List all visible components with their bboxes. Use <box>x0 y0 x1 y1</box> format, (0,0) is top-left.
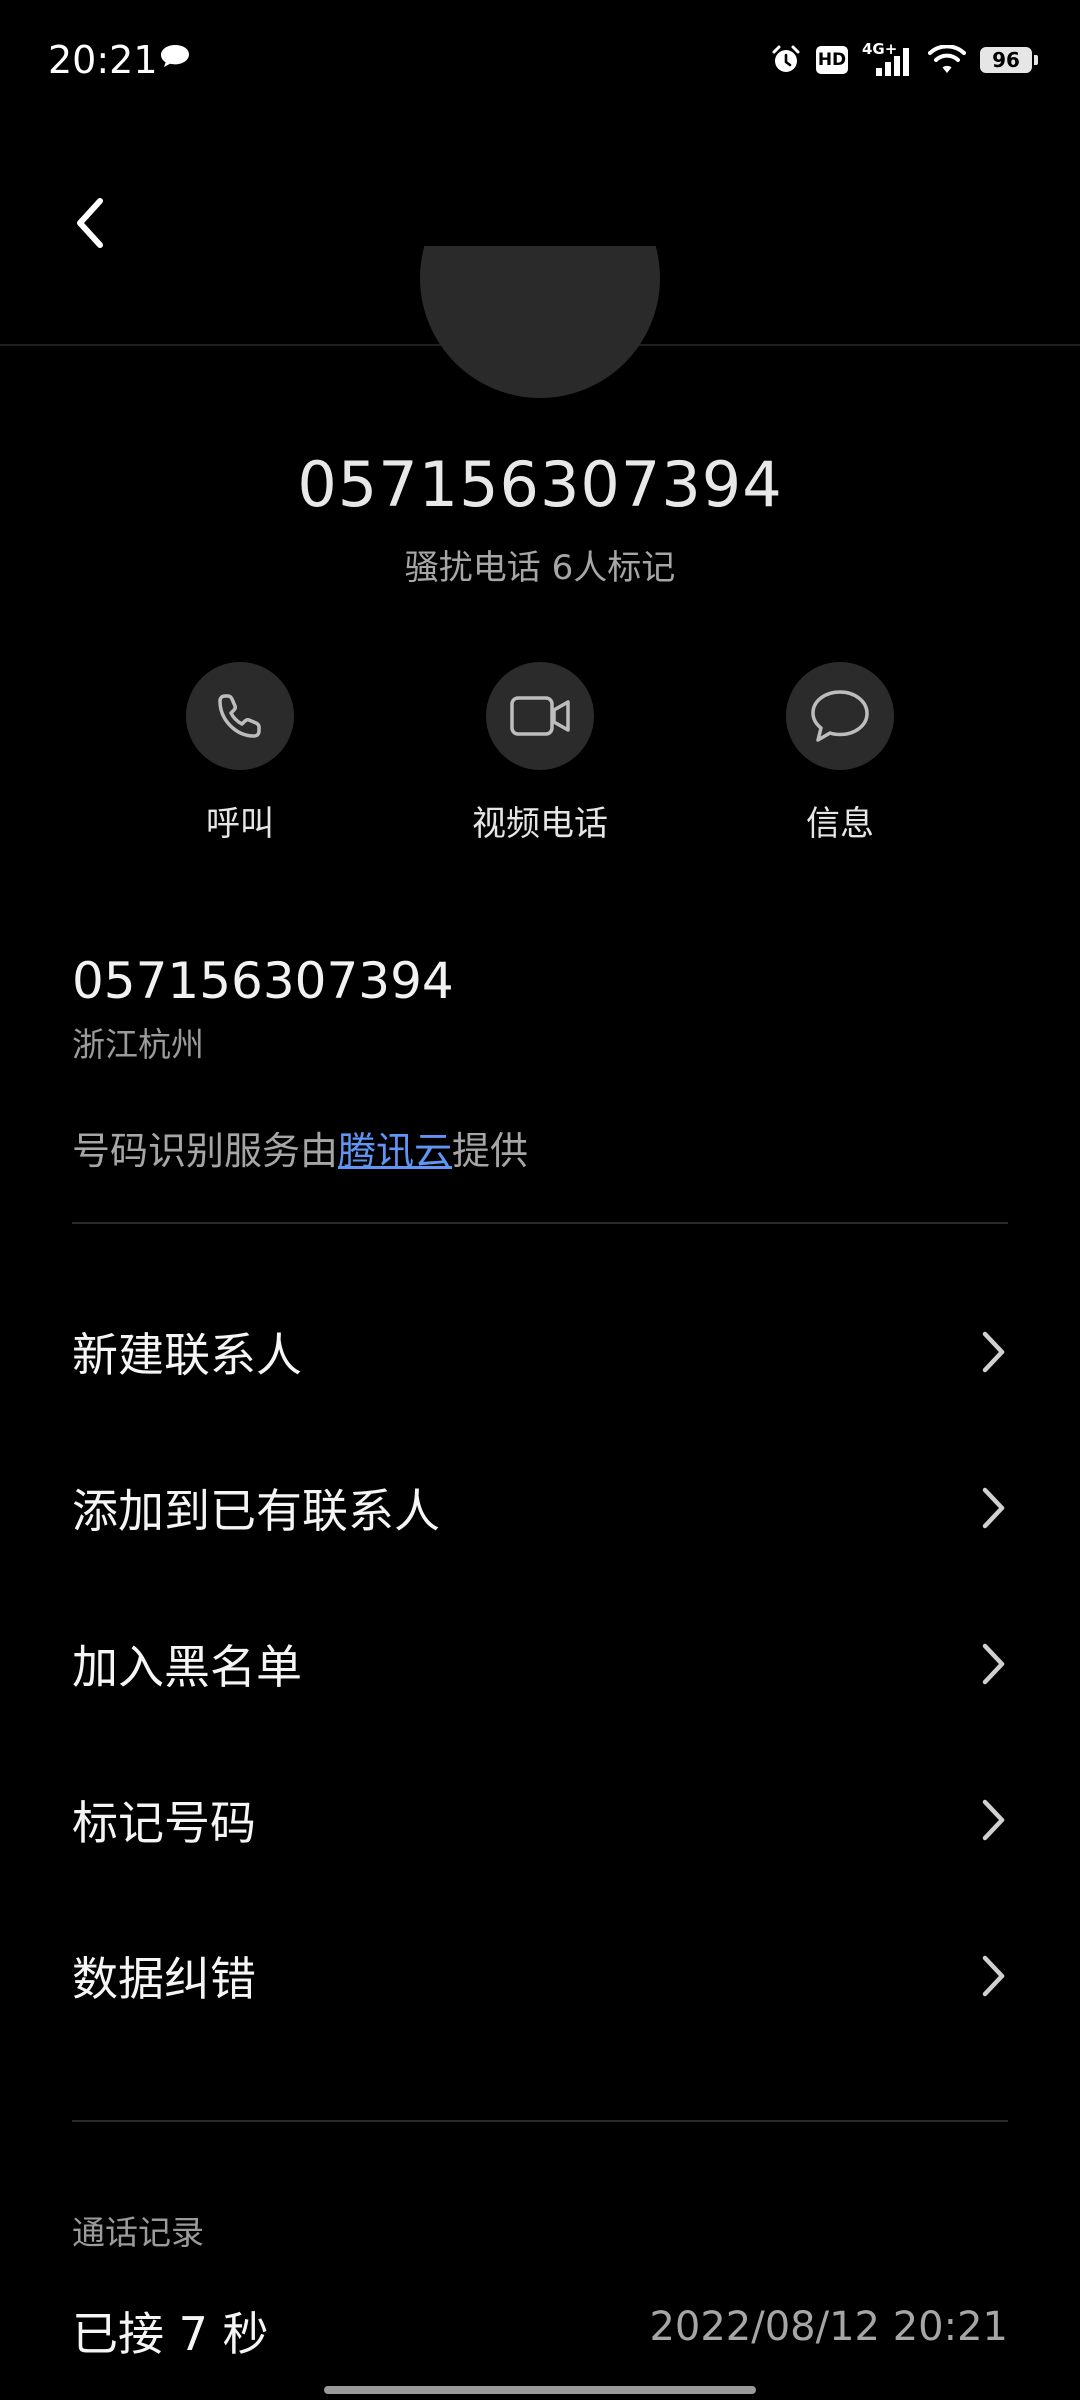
menu-item-blacklist[interactable]: 加入黑名单 <box>72 1604 1008 1724</box>
menu-item-mark-number[interactable]: 标记号码 <box>72 1760 1008 1880</box>
back-button[interactable] <box>60 188 120 258</box>
video-call-action-label: 视频电话 <box>472 804 608 844</box>
message-action-circle[interactable] <box>786 662 894 770</box>
chevron-right-icon <box>982 1331 1005 1373</box>
provider-prefix: 号码识别服务由 <box>72 1129 339 1173</box>
menu-item-label: 新建联系人 <box>72 1328 302 1382</box>
chevron-right-icon <box>982 1643 1005 1685</box>
message-action-label: 信息 <box>806 804 874 844</box>
battery-indicator: 96 <box>980 47 1038 73</box>
menu-item-label: 添加到已有联系人 <box>72 1484 440 1538</box>
provider-credit: 号码识别服务由腾讯云提供 <box>72 1120 528 1175</box>
chat-bubble-icon <box>161 45 189 67</box>
spam-tag-label: 骚扰电话 6人标记 <box>404 548 676 588</box>
section-divider <box>72 2120 1008 2122</box>
video-camera-icon <box>510 696 570 736</box>
wifi-icon <box>928 45 966 73</box>
call-action-button[interactable]: 呼叫 <box>140 662 340 845</box>
section-divider <box>72 1222 1008 1224</box>
menu-item-label: 标记号码 <box>72 1796 256 1850</box>
menu-item-new-contact[interactable]: 新建联系人 <box>72 1292 1008 1412</box>
number-location: 浙江杭州 <box>72 1025 204 1064</box>
call-log-title: 通话记录 <box>72 2213 204 2252</box>
menu-item-add-to-existing[interactable]: 添加到已有联系人 <box>72 1448 1008 1568</box>
provider-suffix: 提供 <box>452 1129 529 1173</box>
call-action-circle[interactable] <box>186 662 294 770</box>
call-action-label: 呼叫 <box>206 804 274 844</box>
signal-4g-icon: 4G+ <box>862 40 914 78</box>
message-bubble-icon <box>811 690 869 742</box>
phone-icon <box>218 694 261 738</box>
call-log-status: 已接 7 秒 <box>72 2307 269 2361</box>
status-time: 20:21 <box>48 38 158 82</box>
chevron-right-icon <box>982 1799 1005 1841</box>
chevron-right-icon <box>982 1955 1005 1997</box>
video-call-action-circle[interactable] <box>486 662 594 770</box>
provider-link[interactable]: 腾讯云 <box>338 1129 452 1173</box>
menu-item-label: 数据纠错 <box>72 1952 256 2006</box>
alarm-icon <box>772 45 800 72</box>
phone-number: 057156307394 <box>72 952 454 1010</box>
status-icons: HD 4G+ 96 <box>770 40 1038 80</box>
menu-item-label: 加入黑名单 <box>72 1640 302 1694</box>
hd-label: HD <box>817 50 847 70</box>
chevron-right-icon <box>982 1487 1005 1529</box>
home-indicator[interactable] <box>324 2386 756 2394</box>
call-log-datetime: 2022/08/12 20:21 <box>649 2304 1008 2350</box>
video-call-action-button[interactable]: 视频电话 <box>440 662 640 845</box>
menu-item-data-correction[interactable]: 数据纠错 <box>72 1916 1008 2036</box>
message-action-button[interactable]: 信息 <box>740 662 940 845</box>
caller-number-title: 057156307394 <box>297 448 783 521</box>
battery-level: 96 <box>992 48 1020 72</box>
avatar <box>420 246 660 398</box>
hd-icon: HD <box>816 46 848 74</box>
chevron-left-icon <box>77 198 103 248</box>
